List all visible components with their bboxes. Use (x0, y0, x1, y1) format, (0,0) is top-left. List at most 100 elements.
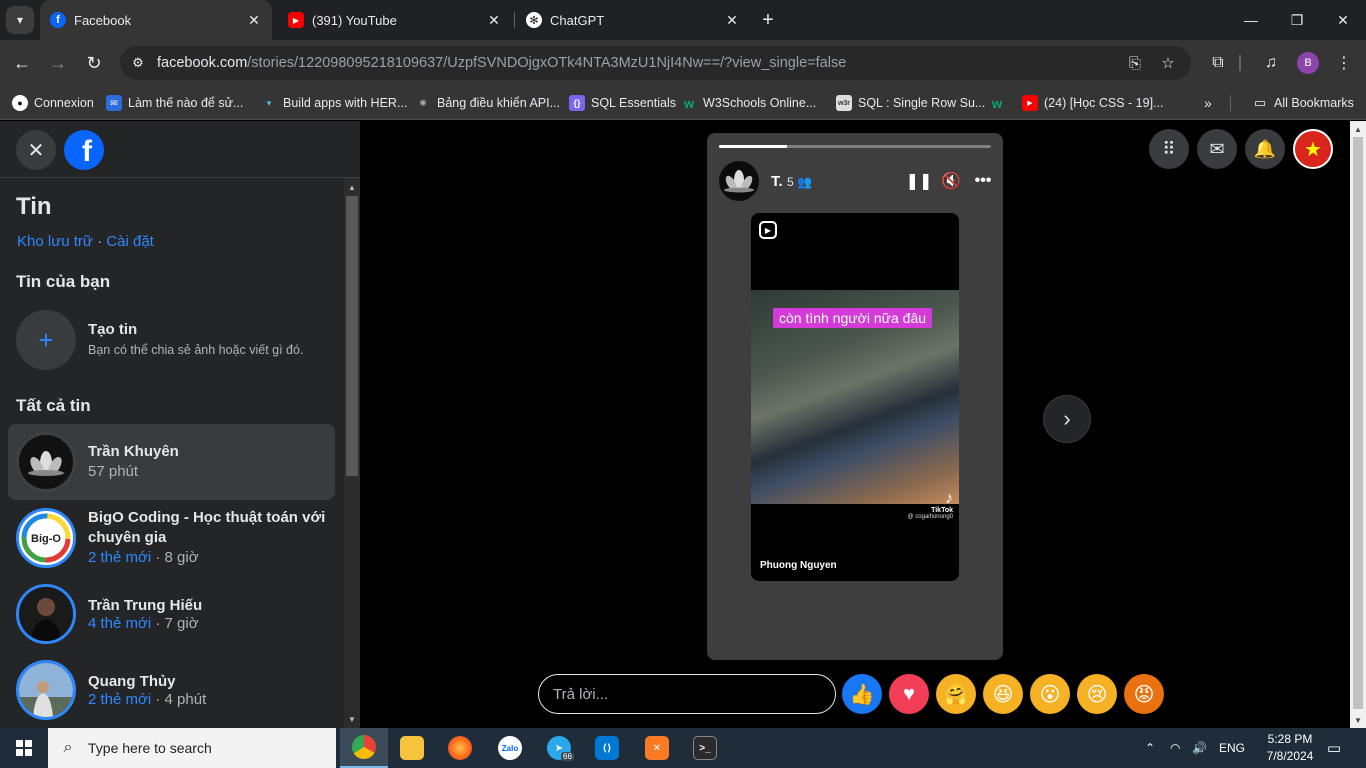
bookmark-item[interactable]: ▾ Build apps with HER... (261, 93, 408, 113)
sidebar-header: ✕ f (0, 121, 360, 178)
story-time: 5 (787, 175, 794, 189)
media-control-icon[interactable]: ♫ (1258, 50, 1284, 76)
story-list-item[interactable]: Quang Thủy 2 thẻ mới · 4 phút (8, 658, 335, 728)
story-options-button[interactable]: ••• (971, 169, 995, 193)
settings-link[interactable]: Cài đặt (106, 233, 154, 250)
minimize-button[interactable]: — (1228, 0, 1274, 40)
taskbar-terminal[interactable]: >_ (681, 728, 729, 768)
bookmark-item[interactable]: w3r SQL : Single Row Su... (836, 93, 985, 113)
mute-button[interactable]: 🔇 (939, 169, 963, 193)
story-list-item[interactable]: Trần Khuyên 57 phút (8, 424, 335, 500)
tiktok-handle: @ cogaihonong0 (907, 514, 953, 520)
taskbar-file-explorer[interactable] (388, 728, 436, 768)
tab-facebook[interactable]: f Facebook ✕ (40, 0, 272, 40)
taskbar-search[interactable]: ⌕ Type here to search (48, 728, 336, 768)
bookmark-item[interactable]: w (989, 93, 1011, 113)
reaction-haha[interactable]: 😆 (983, 674, 1023, 714)
reload-button[interactable]: ↻ (79, 48, 109, 78)
next-story-button[interactable]: › (1043, 395, 1091, 443)
reaction-sad[interactable]: 😢 (1077, 674, 1117, 714)
notification-center-button[interactable]: ▭ (1318, 736, 1350, 760)
page-scrollbar[interactable]: ▲ ▼ (1350, 121, 1366, 728)
taskbar-vscode[interactable]: ⟨⟩ (583, 728, 631, 768)
taskbar-clock[interactable]: 5:28 PM 7/8/2024 (1255, 731, 1325, 765)
input-language[interactable]: ENG (1219, 728, 1245, 768)
close-tab-icon[interactable]: ✕ (722, 10, 742, 30)
reaction-love[interactable]: ♥ (889, 674, 929, 714)
start-button[interactable] (0, 728, 48, 768)
story-card[interactable]: T. 5 👥 ❚❚ 🔇 ••• ▶ còn tình người nữa đâu… (707, 133, 1003, 660)
menu-button[interactable]: ⠿ (1149, 129, 1189, 169)
close-tab-icon[interactable]: ✕ (484, 10, 504, 30)
volume-status[interactable]: 🔊 (1192, 728, 1207, 768)
restore-button[interactable]: ❐ (1274, 0, 1320, 40)
new-tab-button[interactable]: + (756, 8, 780, 32)
install-app-icon[interactable]: ⎘ (1125, 53, 1145, 73)
scroll-down-icon[interactable]: ▼ (1350, 713, 1366, 727)
url-text[interactable]: facebook.com/stories/122098095218109637/… (157, 55, 846, 71)
reaction-angry[interactable]: 😡 (1124, 674, 1164, 714)
search-icon: ⌕ (63, 739, 73, 756)
taskbar-zalo[interactable]: Zalo (486, 728, 534, 768)
story-author-name: Trần Khuyên (88, 443, 179, 460)
menu-kebab-icon[interactable]: ⋮ (1331, 50, 1357, 76)
story-author-name[interactable]: T. (771, 173, 783, 190)
sidebar-scrollbar[interactable]: ▲ ▼ (344, 178, 360, 728)
account-avatar[interactable]: ★ (1293, 129, 1333, 169)
back-button[interactable]: ← (7, 48, 37, 78)
reel-content[interactable]: ▶ còn tình người nữa đâu ♪ TikTok @ coga… (751, 213, 959, 581)
taskbar-xampp[interactable]: ✕ (633, 728, 681, 768)
forward-button[interactable]: → (43, 48, 73, 78)
extensions-icon[interactable]: ⧉ (1205, 50, 1231, 76)
archive-link[interactable]: Kho lưu trữ (17, 233, 93, 250)
tab-youtube[interactable]: ▶ (391) YouTube ✕ (278, 0, 512, 40)
more-bookmarks-button[interactable]: » (1204, 93, 1212, 113)
taskbar-firefox[interactable] (436, 728, 484, 768)
close-tab-icon[interactable]: ✕ (244, 10, 264, 30)
messenger-button[interactable]: ✉ (1197, 129, 1237, 169)
taskbar-telegram[interactable]: ➤ 66 (535, 728, 583, 768)
chat-icon: ✉ (106, 95, 122, 111)
stories-sidebar: ✕ f Tin Kho lưu trữ · Cài đặt Tin của bạ… (0, 121, 360, 728)
reaction-wow[interactable]: 😮 (1030, 674, 1070, 714)
scrollbar-thumb[interactable] (1353, 137, 1363, 709)
close-window-button[interactable]: ✕ (1320, 0, 1366, 40)
story-list-item[interactable]: Big-O BigO Coding - Học thuật toán với c… (8, 504, 335, 580)
site-info-icon[interactable]: ⚙ (128, 53, 148, 73)
close-stories-button[interactable]: ✕ (16, 130, 56, 170)
tab-search-button[interactable]: ▾ (6, 6, 34, 34)
reply-input[interactable]: Trả lời... (538, 674, 836, 714)
create-story-title[interactable]: Tạo tin (88, 321, 137, 338)
scroll-down-icon[interactable]: ▼ (344, 712, 360, 726)
new-count: 2 thẻ mới (88, 691, 152, 708)
scroll-up-icon[interactable]: ▲ (344, 180, 360, 194)
show-hidden-icons[interactable]: ⌃ (1145, 728, 1155, 768)
w3schools-icon: w (991, 95, 1003, 111)
pause-button[interactable]: ❚❚ (906, 169, 933, 193)
address-bar[interactable]: ⚙ facebook.com/stories/12209809521810963… (120, 46, 1191, 80)
reaction-like[interactable]: 👍 (842, 674, 882, 714)
notifications-button[interactable]: 🔔 (1245, 129, 1285, 169)
bookmark-item[interactable]: ● Connexion (12, 93, 94, 113)
scroll-up-icon[interactable]: ▲ (1350, 122, 1366, 136)
reel-author[interactable]: Phuong Nguyen (760, 560, 837, 571)
scrollbar-thumb[interactable] (346, 196, 358, 476)
facebook-logo[interactable]: f (64, 130, 104, 170)
story-list-item[interactable]: Trần Trung Hiếu 4 thẻ mới · 7 giờ (8, 582, 335, 658)
bookmark-item[interactable]: ✉ Làm thế nào để sử... (106, 93, 243, 113)
story-author-name: Quang Thủy (88, 673, 176, 690)
create-story-button[interactable]: + (16, 310, 76, 370)
profile-avatar[interactable]: B (1297, 52, 1319, 74)
reaction-care[interactable]: 🤗 (936, 674, 976, 714)
story-author-avatar[interactable] (719, 161, 759, 201)
bookmark-item[interactable]: {} SQL Essentials (569, 93, 676, 113)
all-bookmarks-button[interactable]: ▭ All Bookmarks (1252, 93, 1354, 113)
clock-date: 7/8/2024 (1266, 749, 1314, 763)
bookmark-item[interactable]: ▶ (24) [Học CSS - 19]... (1022, 93, 1163, 113)
bookmark-item[interactable]: ✺ Bảng điều khiển API... (415, 93, 560, 113)
tab-chatgpt[interactable]: ✻ ChatGPT ✕ (516, 0, 750, 40)
bookmark-item[interactable]: w W3Schools Online... (681, 93, 816, 113)
bookmark-star-icon[interactable]: ☆ (1158, 53, 1178, 73)
network-status[interactable]: ◠ (1170, 728, 1180, 768)
taskbar-chrome[interactable] (340, 728, 388, 768)
